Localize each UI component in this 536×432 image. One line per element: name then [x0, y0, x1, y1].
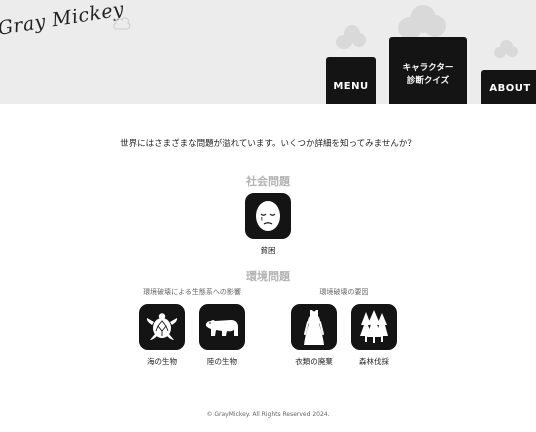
nav-menu-button[interactable]: MENU: [326, 57, 376, 104]
nav-quiz-label-line1: キャラクター: [402, 62, 454, 73]
cloud-decoration: [112, 14, 132, 34]
site-header: Gray Mickey MENU キャラクター 診断クイズ ABOUT: [0, 0, 536, 104]
deforestation-tile[interactable]: [351, 304, 397, 350]
copyright: © GrayMickey. All Rights Reserved 2024.: [206, 411, 330, 418]
polar-bear-icon: [206, 320, 238, 336]
poverty-tile[interactable]: [245, 193, 291, 239]
sea-turtle-icon: [146, 313, 178, 340]
subsection-title-causes: 環境破壊の要因: [319, 288, 369, 296]
site-logo[interactable]: Gray Mickey: [0, 0, 126, 40]
section-title-environment: 環境問題: [246, 270, 290, 283]
crying-face-icon: [256, 201, 280, 231]
dress-icon: [304, 310, 324, 345]
section-title-social: 社会問題: [246, 175, 290, 188]
poverty-label: 貧困: [260, 246, 276, 255]
clothing-waste-tile[interactable]: [291, 304, 337, 350]
nav-quiz-label-line2: 診断クイズ: [406, 75, 450, 86]
deforestation-label: 森林伐採: [359, 357, 389, 366]
nav-menu-label: MENU: [333, 81, 369, 92]
sea-creatures-tile[interactable]: [139, 304, 185, 350]
land-creatures-label: 陸の生物: [207, 357, 237, 366]
cloud-decoration: [336, 25, 368, 55]
cloud-decoration: [494, 40, 520, 62]
nav-about-label: ABOUT: [489, 82, 531, 94]
nav-about-button[interactable]: ABOUT: [481, 70, 536, 104]
subsection-title-ecosystem: 環境破壊による生態系への影響: [143, 288, 241, 296]
trees-icon: [360, 310, 388, 343]
nav-quiz-button[interactable]: キャラクター 診断クイズ: [389, 37, 467, 104]
land-creatures-tile[interactable]: [199, 304, 245, 350]
intro-text: 世界にはさまざまな問題が溢れています。いくつか詳細を知ってみませんか？: [120, 139, 416, 149]
